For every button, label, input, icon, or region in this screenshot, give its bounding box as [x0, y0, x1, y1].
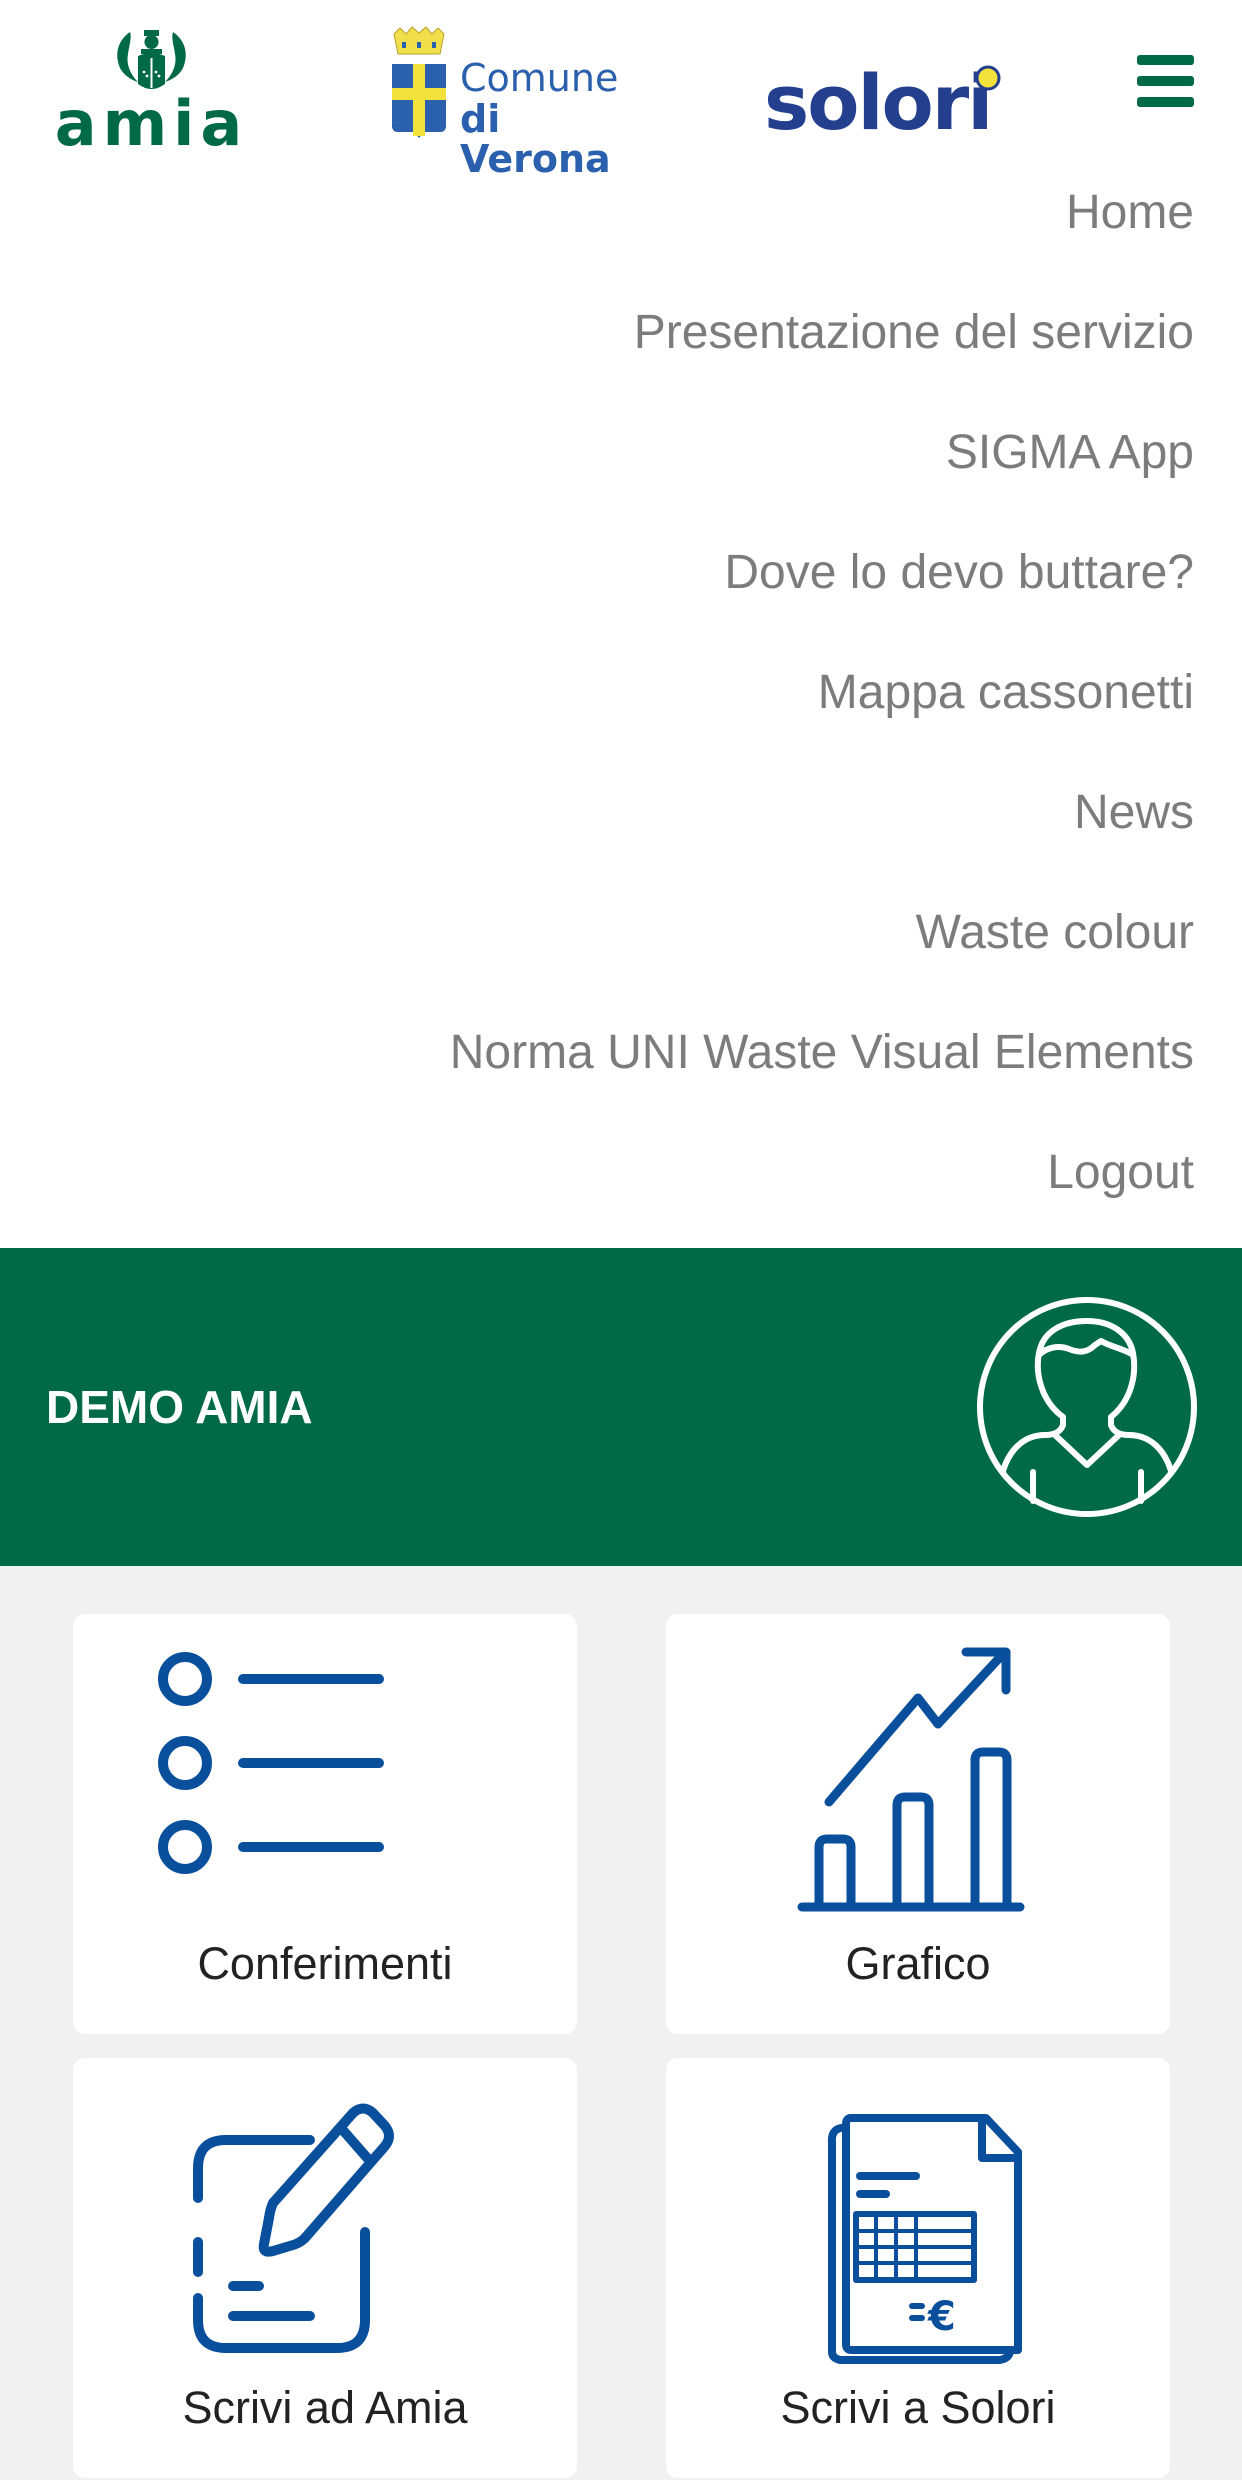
user-avatar-icon[interactable]: [975, 1295, 1199, 1519]
growth-chart-icon: [797, 1647, 1025, 1912]
menu-item-logout[interactable]: Logout: [1047, 1143, 1194, 1203]
tile-scrivi-a-solori[interactable]: € Scrivi a Solori: [666, 2058, 1170, 2478]
hamburger-icon-bar: [1137, 76, 1194, 86]
user-banner: DEMO AMIA: [0, 1248, 1242, 1566]
comune-di-verona-logo[interactable]: Comune di Verona: [388, 24, 638, 179]
tile-label: Grafico: [845, 1938, 991, 1989]
verona-logo-line1: Comune: [460, 56, 619, 100]
menu-item-mappa-cassonetti[interactable]: Mappa cassonetti: [818, 663, 1194, 723]
tile-scrivi-ad-amia[interactable]: Scrivi ad Amia: [73, 2058, 577, 2478]
list-icon: [158, 1652, 384, 1874]
tile-label: Scrivi ad Amia: [182, 2382, 468, 2433]
amia-emblem-icon: [117, 30, 186, 89]
menu-item-sigma-app[interactable]: SIGMA App: [946, 423, 1194, 483]
tile-label: Scrivi a Solori: [780, 2382, 1056, 2433]
menu-item-dove-lo-devo-buttare[interactable]: Dove lo devo buttare?: [724, 543, 1194, 603]
amia-logo-text: amia: [54, 87, 249, 160]
menu-item-norma-uni[interactable]: Norma UNI Waste Visual Elements: [450, 1023, 1194, 1083]
menu-item-news[interactable]: News: [1074, 783, 1194, 843]
tile-conferimenti[interactable]: Conferimenti: [73, 1614, 577, 2034]
amia-logo[interactable]: amia: [44, 24, 259, 155]
header-and-menu: amia Comune di Verona solori Home Presen…: [0, 0, 1242, 1248]
edit-note-icon: [193, 2103, 394, 2353]
hamburger-icon-bar: [1137, 97, 1194, 107]
menu-item-waste-colour[interactable]: Waste colour: [916, 903, 1194, 963]
user-name: DEMO AMIA: [46, 1381, 313, 1433]
verona-crest-icon: [392, 26, 446, 138]
tile-grafico[interactable]: Grafico: [666, 1614, 1170, 2034]
svg-text:€: €: [927, 2294, 956, 2340]
solori-logo-text: solori: [764, 58, 993, 147]
tile-label: Conferimenti: [197, 1938, 453, 1989]
menu-item-presentazione[interactable]: Presentazione del servizio: [634, 303, 1194, 363]
solori-logo[interactable]: solori: [764, 60, 1004, 146]
invoice-euro-icon: €: [827, 2114, 1022, 2364]
menu-item-home[interactable]: Home: [1066, 183, 1194, 243]
hamburger-menu-button[interactable]: [1134, 52, 1196, 112]
solori-dot-icon: [975, 65, 1001, 91]
hamburger-icon: [1137, 55, 1194, 65]
verona-logo-line2: di Verona: [460, 97, 611, 181]
